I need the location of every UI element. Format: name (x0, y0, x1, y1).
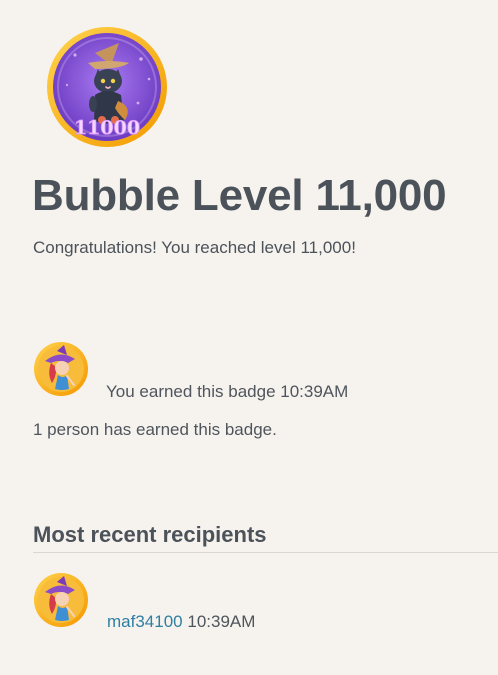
earned-count-text: 1 person has earned this badge. (33, 420, 277, 439)
recent-recipient-row: maf34100 10:39AM (107, 611, 255, 633)
section-divider (33, 552, 498, 553)
witch-avatar-icon (33, 341, 89, 397)
badge-level-text: 11000 (74, 117, 140, 139)
earned-badge-text: You earned this badge 10:39AM (106, 382, 349, 401)
recipient-username-link[interactable]: maf34100 (107, 612, 183, 631)
page-title: Bubble Level 11,000 (32, 171, 447, 220)
badge-icon: 11000 (45, 25, 169, 149)
recipient-time: 10:39AM (187, 612, 256, 631)
witch-avatar-icon (33, 572, 89, 628)
recent-recipients-heading: Most recent recipients (33, 522, 267, 547)
congratulations-text: Congratulations! You reached level 11,00… (33, 238, 356, 257)
